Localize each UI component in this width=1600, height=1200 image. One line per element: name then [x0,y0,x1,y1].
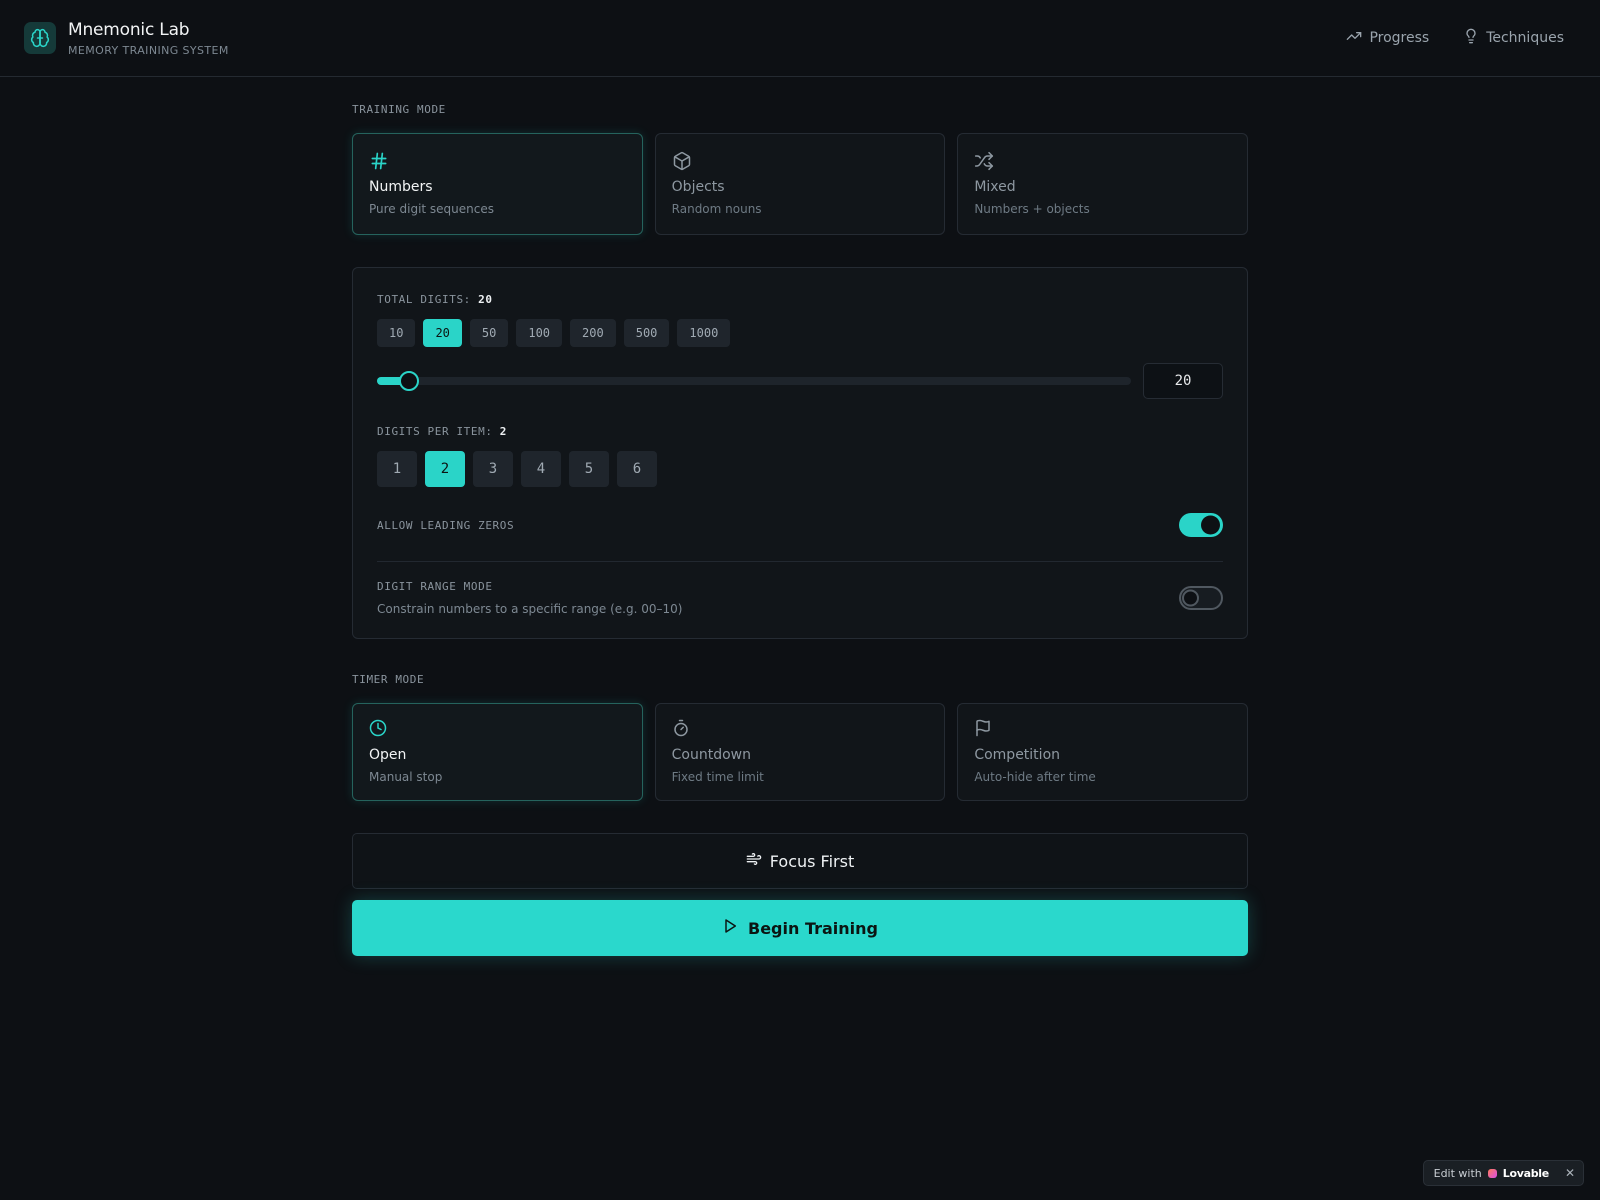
mode-title: Objects [671,179,725,195]
timer-mode-options: Open Manual stop Countdown Fixed time li… [352,703,1248,801]
begin-training-button[interactable]: Begin Training [352,900,1248,956]
focus-first-button[interactable]: Focus First [352,833,1248,889]
timer-icon [672,719,929,741]
play-icon [722,918,738,938]
preset-chip[interactable]: 1000 [677,319,731,347]
mode-subtitle: Pure digit sequences [369,202,494,216]
timer-subtitle: Manual stop [369,770,443,784]
digits-per-item-label-text: DIGITS PER ITEM: [377,425,493,438]
timer-card-countdown[interactable]: Countdown Fixed time limit [654,703,946,801]
digits-per-item-chip[interactable]: 3 [473,451,513,487]
toggle-knob [1182,589,1199,607]
app-header: Mnemonic Lab MEMORY TRAINING SYSTEM Prog… [0,0,1600,77]
begin-training-label: Begin Training [748,918,878,938]
mode-title: Mixed [974,179,1016,195]
preset-chip[interactable]: 200 [570,319,616,347]
timer-title: Competition [974,747,1061,763]
focus-first-label: Focus First [769,851,855,871]
timer-mode-label: TIMER MODE [352,673,425,686]
mode-subtitle: Random nouns [671,202,762,216]
training-mode-label: TRAINING MODE [352,103,446,116]
timer-card-competition[interactable]: Competition Auto-hide after time [957,703,1248,801]
mode-title: Numbers [369,179,433,195]
mode-subtitle: Numbers + objects [974,202,1090,216]
digits-per-item-value: 2 [499,425,508,438]
timer-card-open[interactable]: Open Manual stop [352,703,643,801]
shuffle-icon [974,151,1231,173]
digits-per-item-chip[interactable]: 6 [617,451,657,487]
digits-per-item-chip[interactable]: 4 [521,451,561,487]
total-digits-presets: 10 20 50 100 200 500 1000 [377,319,1223,347]
leading-zeros-row: ALLOW LEADING ZEROS [377,513,1223,562]
app-subtitle: MEMORY TRAINING SYSTEM [68,43,229,57]
digits-per-item-chip[interactable]: 2 [425,451,465,487]
preset-chip[interactable]: 20 [423,319,462,347]
brain-icon [24,22,56,54]
mode-card-objects[interactable]: Objects Random nouns [654,133,946,235]
preset-chip[interactable]: 10 [377,319,416,347]
digit-range-row: DIGIT RANGE MODE Constrain numbers to a … [377,580,1223,616]
total-digits-label: TOTAL DIGITS: 20 [377,293,1223,306]
total-digits-slider-row [377,363,1223,399]
box-icon [672,151,929,173]
preset-chip[interactable]: 500 [623,319,670,347]
digits-per-item-label: DIGITS PER ITEM: 2 [377,425,1223,438]
digit-range-label: DIGIT RANGE MODE [377,580,493,593]
nav-techniques[interactable]: Techniques [1463,28,1564,48]
training-mode-options: Numbers Pure digit sequences Objects Ran… [352,133,1248,235]
trending-up-icon [1346,28,1362,48]
mode-card-mixed[interactable]: Mixed Numbers + objects [957,133,1248,235]
main-content: TRAINING MODE Numbers Pure digit sequenc… [352,77,1248,956]
top-nav: Progress Techniques [1346,28,1564,48]
digits-per-item-chip[interactable]: 1 [377,451,417,487]
leading-zeros-label: ALLOW LEADING ZEROS [377,518,515,532]
toggle-knob [1201,515,1220,535]
total-digits-slider[interactable] [377,371,1131,391]
total-digits-value: 20 [478,293,493,306]
badge-brand: Lovable [1502,1166,1549,1180]
app-title: Mnemonic Lab [68,19,190,40]
digits-per-item-chip[interactable]: 5 [569,451,609,487]
badge-prefix: Edit with [1433,1166,1482,1180]
flag-icon [974,719,1231,741]
total-digits-label-text: TOTAL DIGITS: [377,293,471,306]
hash-icon [369,151,626,173]
timer-subtitle: Fixed time limit [671,770,764,784]
preset-chip[interactable]: 50 [469,319,509,347]
preset-chip[interactable]: 100 [516,319,563,347]
slider-thumb[interactable] [398,371,419,391]
digit-range-description: Constrain numbers to a specific range (e… [377,602,683,616]
timer-subtitle: Auto-hide after time [974,770,1096,784]
nav-techniques-label: Techniques [1486,30,1564,46]
timer-title: Countdown [671,747,752,763]
brand[interactable]: Mnemonic Lab MEMORY TRAINING SYSTEM [24,20,229,57]
lovable-logo-icon [1487,1168,1497,1178]
close-icon[interactable]: ✕ [1565,1166,1575,1180]
leading-zeros-toggle[interactable] [1179,513,1223,537]
digits-per-item-options: 1 2 3 4 5 6 [377,451,1223,487]
total-digits-input[interactable] [1143,363,1223,399]
clock-icon [369,719,626,741]
nav-progress-label: Progress [1369,30,1430,46]
lightbulb-icon [1463,28,1479,48]
edit-with-badge[interactable]: Edit with Lovable ✕ [1422,1160,1584,1186]
timer-title: Open [369,747,407,763]
nav-progress[interactable]: Progress [1346,28,1429,48]
wind-icon [746,851,762,871]
digit-range-toggle[interactable] [1179,586,1223,610]
settings-panel: TOTAL DIGITS: 20 10 20 50 100 200 500 10… [352,267,1248,639]
mode-card-numbers[interactable]: Numbers Pure digit sequences [352,133,643,235]
